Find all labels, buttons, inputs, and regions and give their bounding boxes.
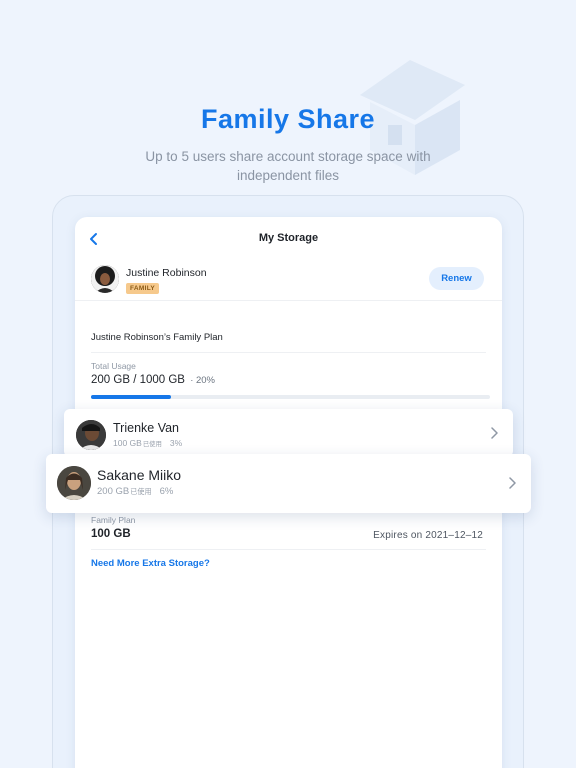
member-percent: 6% [159,486,174,497]
nav-bar: My Storage [75,217,502,261]
page-title: My Storage [258,232,319,244]
owner-row: Justine Robinson FAMILY Renew [75,261,502,301]
member-avatar [57,466,91,500]
member-used-label: 已使用 [142,441,162,448]
total-usage-label: Total Usage [91,361,136,371]
hero-title: Family Share [200,104,376,134]
total-usage-value: 200 GB / 1000 GB · 20% [91,374,215,386]
member-card-trienke[interactable]: Trienke Van 100 GB已使用 3% [64,409,513,457]
member-storage: 200 GB [97,486,130,497]
member-name: Trienke Van [113,421,180,435]
avatar-icon [57,466,91,500]
chevron-right-icon [491,427,498,439]
member-card-sakane[interactable]: Sakane Miiko 200 GB已使用 6% [46,454,531,513]
member-usage: 100 GB已使用 3% [113,438,182,448]
usage-progress-bar [91,395,490,399]
member-used-label: 已使用 [130,488,152,496]
chevron-right-icon [509,477,516,489]
member-storage: 100 GB [113,438,142,448]
avatar-icon [76,420,106,450]
total-usage-percent: · 20% [190,375,216,386]
member-percent: 3% [169,438,183,448]
owner-name: Justine Robinson [126,267,207,279]
total-usage-amount: 200 GB / 1000 GB [91,374,185,386]
plan-name: Justine Robinson’s Family Plan [91,332,223,343]
family-plan-expiry: Expires on 2021–12–12 [373,530,483,541]
divider [91,352,486,353]
member-avatar [76,420,106,450]
owner-avatar [91,265,119,293]
family-plan-label: Family Plan [91,515,136,525]
usage-progress-fill [91,395,171,399]
member-name: Sakane Miiko [97,467,182,483]
renew-button[interactable]: Renew [429,267,484,290]
family-badge: FAMILY [126,283,160,294]
family-plan-size: 100 GB [91,528,131,540]
divider [91,549,486,550]
avatar-icon [91,265,119,293]
extra-storage-link[interactable]: Need More Extra Storage? [91,558,210,569]
hero-subtitle: Up to 5 users share account storage spac… [145,149,431,183]
member-usage: 200 GB已使用 6% [97,486,173,497]
